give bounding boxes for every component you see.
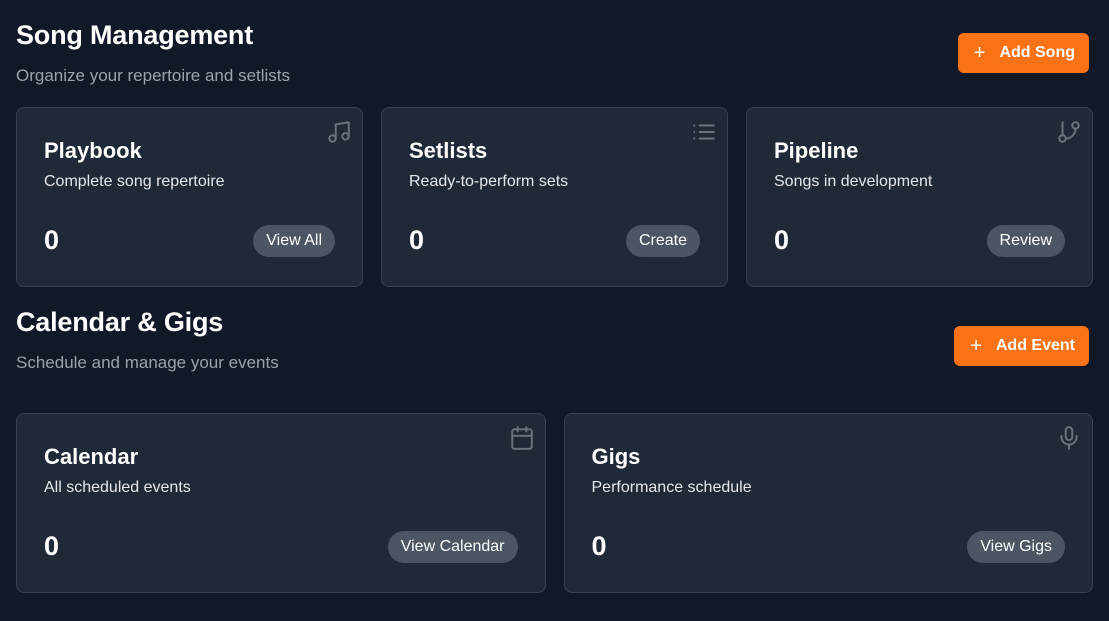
review-button[interactable]: Review: [986, 225, 1065, 257]
song-management-section: Song Management Organize your repertoire…: [16, 0, 1093, 287]
section-subtitle: Organize your repertoire and setlists: [16, 66, 291, 85]
section-subtitle: Schedule and manage your events: [16, 353, 279, 372]
card-count: 0: [774, 225, 790, 255]
card-description: Complete song repertoire: [44, 173, 225, 190]
view-all-button[interactable]: View All: [253, 225, 335, 257]
plus-icon: +: [973, 42, 986, 64]
calendar-gigs-section: Calendar & Gigs Schedule and manage your…: [16, 307, 1093, 593]
list-icon: [691, 119, 717, 145]
card-title: Pipeline: [774, 138, 859, 163]
git-branch-icon: [1056, 119, 1082, 145]
card-count: 0: [409, 225, 425, 255]
section-title: Song Management: [16, 20, 254, 50]
playbook-card: Playbook Complete song repertoire 0 View…: [16, 107, 363, 287]
view-calendar-button[interactable]: View Calendar: [387, 531, 518, 563]
card-title: Calendar: [44, 444, 139, 469]
add-song-label: Add Song: [999, 44, 1075, 61]
calendar-icon: [509, 425, 535, 451]
song-cards: Playbook Complete song repertoire 0 View…: [16, 107, 1093, 287]
microphone-icon: [1056, 425, 1082, 451]
card-count: 0: [591, 531, 607, 561]
calendar-card: Calendar All scheduled events 0 View Cal…: [16, 413, 546, 593]
calendar-gigs-header: Calendar & Gigs Schedule and manage your…: [16, 307, 1093, 413]
setlists-card: Setlists Ready-to-perform sets 0 Create: [381, 107, 728, 287]
card-title: Gigs: [591, 444, 641, 469]
card-title: Playbook: [44, 138, 142, 163]
card-description: All scheduled events: [44, 479, 191, 496]
card-description: Performance schedule: [591, 479, 752, 496]
calendar-cards: Calendar All scheduled events 0 View Cal…: [16, 413, 1093, 593]
add-song-button[interactable]: + Add Song: [957, 33, 1089, 73]
card-title: Setlists: [409, 138, 488, 163]
gigs-card: Gigs Performance schedule 0 View Gigs: [563, 413, 1093, 593]
music-note-icon: [326, 119, 352, 145]
card-count: 0: [44, 225, 60, 255]
song-management-header: Song Management Organize your repertoire…: [16, 0, 1093, 107]
create-setlist-button[interactable]: Create: [625, 225, 700, 257]
add-event-button[interactable]: + Add Event: [954, 326, 1089, 366]
section-title: Calendar & Gigs: [16, 307, 224, 337]
card-count: 0: [44, 531, 60, 561]
dashboard-page: Song Management Organize your repertoire…: [0, 0, 1109, 621]
add-event-label: Add Event: [995, 337, 1075, 354]
plus-icon: +: [970, 335, 982, 357]
pipeline-card: Pipeline Songs in development 0 Review: [746, 107, 1093, 287]
view-gigs-button[interactable]: View Gigs: [967, 531, 1065, 563]
card-description: Songs in development: [774, 173, 933, 190]
card-description: Ready-to-perform sets: [409, 173, 569, 190]
